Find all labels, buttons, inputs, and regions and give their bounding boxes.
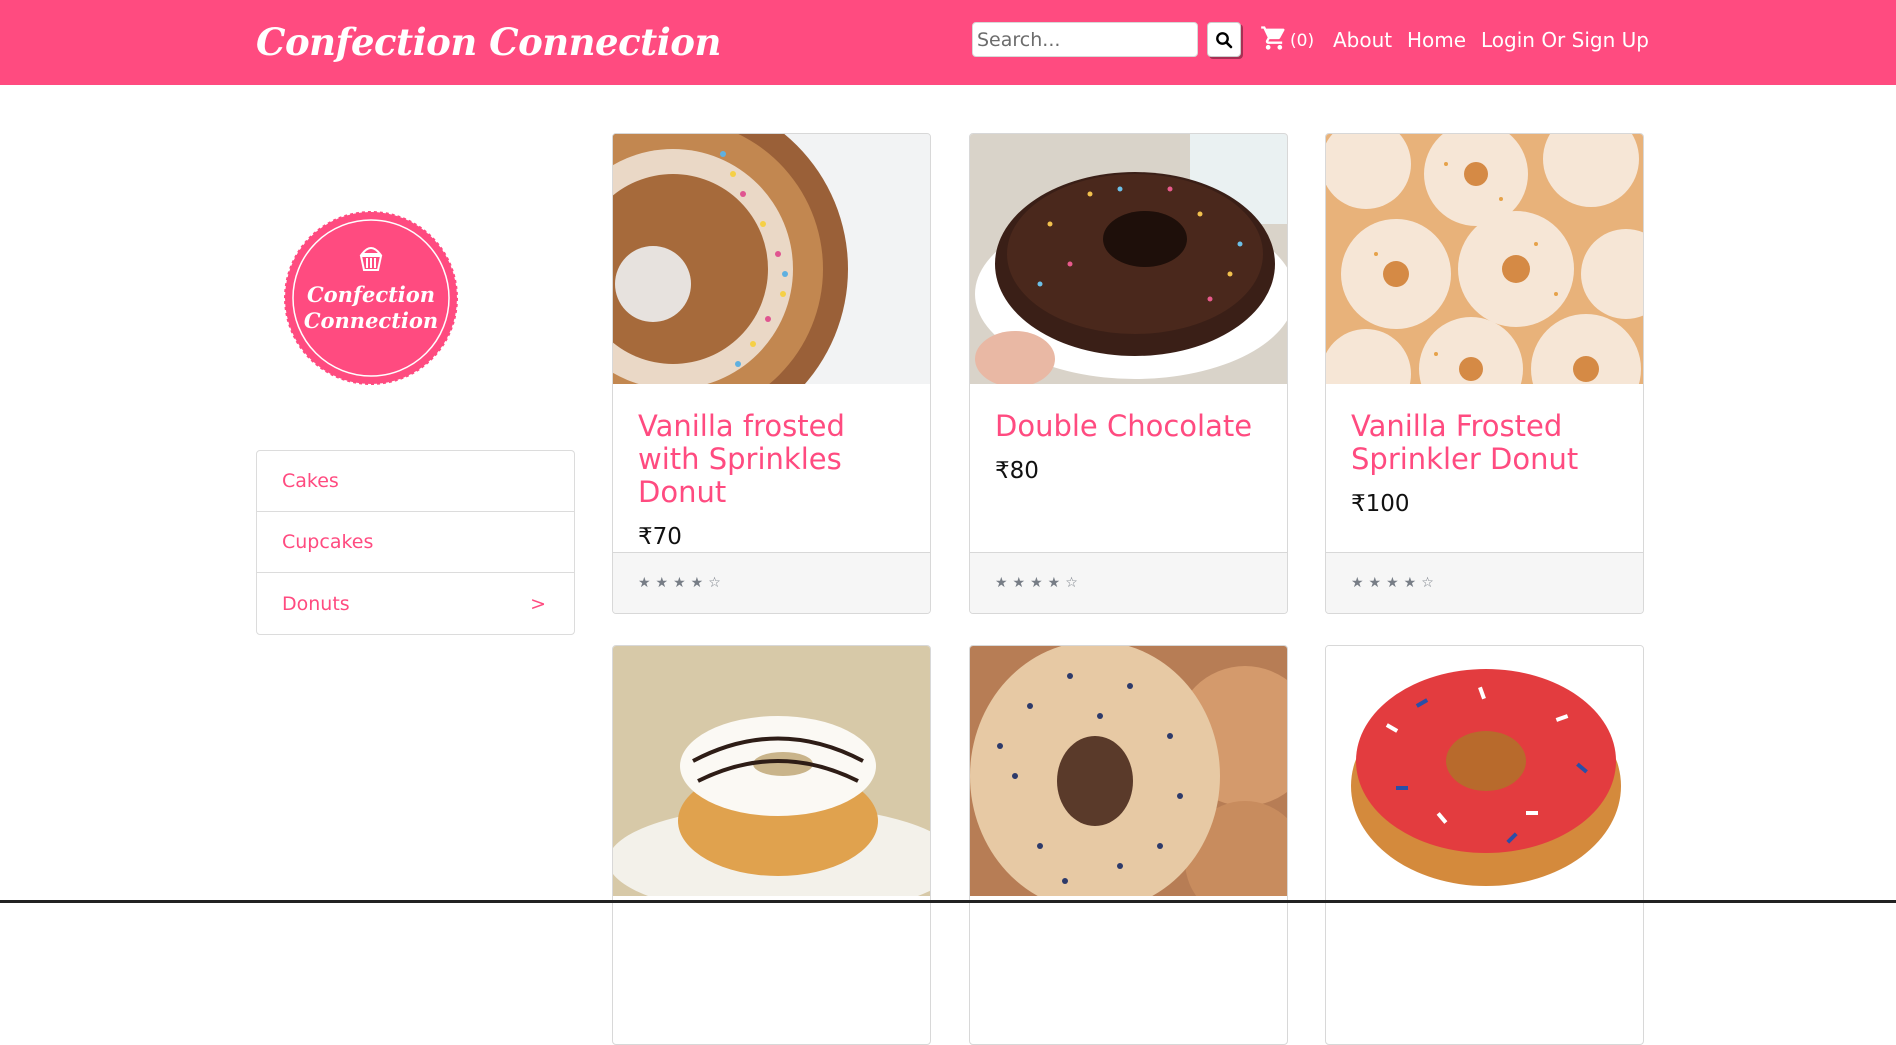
product-card[interactable]: Double Chocolate ₹80 ★★★★☆ bbox=[969, 133, 1288, 614]
product-title[interactable]: Vanilla Frosted Sprinkler Donut bbox=[1351, 410, 1618, 476]
product-card[interactable]: Vanilla frosted with Sprinkles Donut ₹70… bbox=[612, 133, 931, 614]
category-item-cupcakes[interactable]: Cupcakes bbox=[257, 512, 574, 573]
product-image[interactable] bbox=[1326, 134, 1643, 384]
cart-icon bbox=[1261, 26, 1285, 50]
search-input[interactable] bbox=[972, 22, 1198, 57]
product-image[interactable] bbox=[970, 646, 1287, 896]
nav-home-link[interactable]: Home bbox=[1407, 26, 1466, 54]
rating-stars: ★★★★☆ bbox=[1326, 552, 1643, 613]
product-image[interactable] bbox=[1326, 646, 1643, 896]
product-price: ₹70 bbox=[638, 524, 682, 550]
search-icon bbox=[1216, 31, 1233, 48]
category-item-donuts[interactable]: Donuts > bbox=[257, 573, 574, 634]
category-item-cakes[interactable]: Cakes bbox=[257, 451, 574, 512]
nav-login-link[interactable]: Login Or Sign Up bbox=[1481, 26, 1649, 54]
product-image[interactable] bbox=[970, 134, 1287, 384]
category-label: Cupcakes bbox=[282, 531, 374, 553]
product-image[interactable] bbox=[613, 134, 930, 384]
product-price: ₹80 bbox=[995, 458, 1039, 484]
search-button[interactable] bbox=[1207, 22, 1241, 57]
chevron-right-icon: > bbox=[530, 592, 546, 615]
product-price: ₹100 bbox=[1351, 491, 1410, 517]
product-card[interactable] bbox=[969, 645, 1288, 1045]
product-title[interactable]: Double Chocolate bbox=[995, 410, 1262, 443]
brand-title[interactable]: Confection Connection bbox=[256, 18, 721, 66]
product-title[interactable]: Vanilla frosted with Sprinkles Donut bbox=[638, 410, 905, 509]
product-card[interactable]: Vanilla Frosted Sprinkler Donut ₹100 ★★★… bbox=[1325, 133, 1644, 614]
logo-text-line1: Confection bbox=[307, 282, 435, 307]
rating-stars: ★★★★☆ bbox=[613, 552, 930, 613]
category-label: Donuts bbox=[282, 592, 350, 615]
cart-link[interactable]: (0) bbox=[1260, 24, 1314, 52]
product-card[interactable] bbox=[612, 645, 931, 1045]
category-label: Cakes bbox=[282, 470, 339, 492]
nav-about-link[interactable]: About bbox=[1333, 26, 1392, 54]
product-card[interactable] bbox=[1325, 645, 1644, 1045]
category-list: Cakes Cupcakes Donuts > bbox=[256, 450, 575, 635]
top-navbar: Confection Connection (0) About Home Log… bbox=[0, 0, 1896, 85]
rating-stars: ★★★★☆ bbox=[970, 552, 1287, 613]
product-image[interactable] bbox=[613, 646, 930, 896]
cart-count: (0) bbox=[1290, 31, 1315, 51]
logo-text-line2: Connection bbox=[304, 308, 438, 333]
brand-logo: Confection Connection bbox=[284, 211, 458, 385]
